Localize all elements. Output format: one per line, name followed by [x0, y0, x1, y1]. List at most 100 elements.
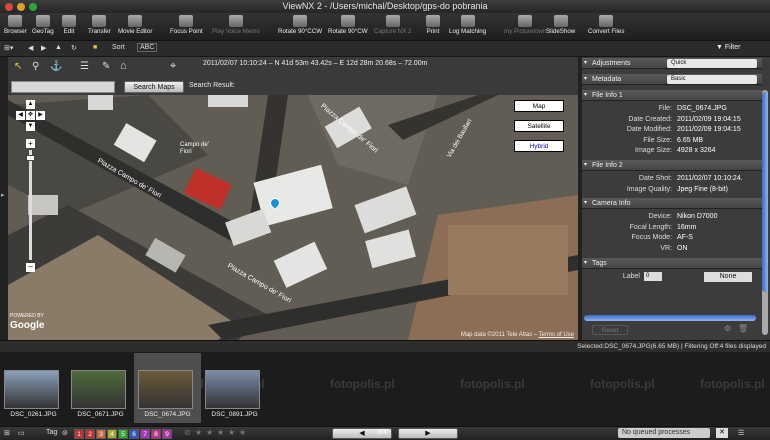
- thumbnail[interactable]: DSC_0671.JPG: [67, 353, 134, 423]
- crosshair-icon[interactable]: ⌖: [170, 60, 176, 73]
- adjustments-header[interactable]: Adjustments Quick: [582, 58, 762, 69]
- toolbar-button-geotag[interactable]: GeoTag: [32, 15, 54, 35]
- thumbnail-strip: fotopolis.pl fotopolis.pl fotopolis.pl f…: [0, 352, 770, 426]
- next-image-button[interactable]: ▶: [398, 428, 458, 439]
- sort-select[interactable]: ABC: [137, 43, 158, 52]
- toolbar-button-rotate-cw[interactable]: Rotate 90°CW: [328, 15, 368, 35]
- scrollbar-thumb[interactable]: [762, 92, 768, 292]
- rating-star-icon[interactable]: ★: [217, 428, 224, 437]
- section-header[interactable]: Camera Info: [582, 198, 762, 210]
- toolbar-button-picturetown[interactable]: my Picturetown: [504, 15, 546, 35]
- map-type-map-button[interactable]: Map: [514, 100, 564, 112]
- tag-zero-icon[interactable]: ⊘: [62, 429, 68, 437]
- thumbnail-image[interactable]: [4, 370, 59, 409]
- tag-button[interactable]: 4: [107, 429, 117, 439]
- satellite-map[interactable]: ▲ ◀ ✥ ▶ ▼ + – Map Satellite Hybrid Piazz…: [8, 95, 578, 340]
- toolbar-button-rotate-ccw[interactable]: Rotate 90°CCW: [278, 15, 322, 35]
- window-controls: [5, 3, 37, 11]
- toolbar-button-label: Play Voice Memo: [212, 28, 260, 35]
- expand-left-icon[interactable]: ▸: [1, 191, 5, 199]
- toolbar-button-camera[interactable]: Transfer: [88, 15, 111, 35]
- section-header[interactable]: Tags: [582, 257, 762, 269]
- thumbnail[interactable]: DSC_0261.JPG: [0, 353, 67, 423]
- pan-left-icon[interactable]: ◀: [16, 111, 25, 120]
- map-type-satellite-button[interactable]: Satellite: [514, 120, 564, 132]
- toolbar-button-movie-editor[interactable]: Movie Editor: [118, 15, 152, 35]
- zoom-window-icon[interactable]: [29, 3, 37, 11]
- rating-star-icon[interactable]: ★: [206, 428, 213, 437]
- zoom-in-icon[interactable]: +: [26, 139, 35, 148]
- forward-arrow-icon[interactable]: ▶: [41, 44, 46, 52]
- rating-star-icon[interactable]: ★: [195, 428, 202, 437]
- terms-of-use-link[interactable]: Terms of Use: [539, 332, 574, 338]
- toolbar-button-browser[interactable]: Browser: [4, 15, 27, 35]
- tag-button[interactable]: 7: [140, 429, 150, 439]
- minimize-window-icon[interactable]: [17, 3, 25, 11]
- metadata-scrollbar[interactable]: [762, 90, 768, 335]
- pan-center-icon[interactable]: ✥: [26, 111, 35, 120]
- tag-button[interactable]: 8: [151, 429, 161, 439]
- window-title-bar: ViewNX 2 - /Users/michal/Desktop/gps-do …: [0, 0, 770, 13]
- tag-button[interactable]: 3: [96, 429, 106, 439]
- pointer-tool-icon[interactable]: ↖: [14, 61, 22, 72]
- tag-button[interactable]: 5: [118, 429, 128, 439]
- toolbar-button-print[interactable]: Print: [426, 15, 440, 35]
- metadata-row: Device: Nikon D7000: [582, 212, 752, 222]
- tag-button[interactable]: 9: [162, 429, 172, 439]
- rating-star-icon[interactable]: ★: [239, 428, 246, 437]
- queue-list-icon[interactable]: ☰: [738, 429, 744, 437]
- refresh-icon[interactable]: ↻: [71, 44, 77, 52]
- close-window-icon[interactable]: [5, 3, 13, 11]
- tag-button[interactable]: 2: [85, 429, 95, 439]
- single-view-icon[interactable]: ▭: [18, 429, 25, 437]
- reset-button[interactable]: Reset: [592, 325, 628, 335]
- rating-star-icon[interactable]: ★: [228, 428, 235, 437]
- metadata-select[interactable]: Basic: [667, 75, 757, 84]
- tag-button[interactable]: 1: [74, 429, 84, 439]
- pin-tool-icon[interactable]: ⚲: [32, 61, 39, 72]
- folder-icon[interactable]: ■: [93, 44, 97, 51]
- toolbar-button-play-voice-memo[interactable]: Play Voice Memo: [212, 15, 260, 35]
- rating-clear-icon[interactable]: ⊘: [184, 428, 191, 437]
- section-header[interactable]: File Info 2: [582, 160, 762, 171]
- toolbar-button-edit[interactable]: Edit: [62, 15, 76, 35]
- horizontal-scrollbar[interactable]: [584, 315, 756, 321]
- map-type-hybrid-button[interactable]: Hybrid: [514, 140, 564, 152]
- toolbar-button-focus-point[interactable]: Focus Point: [170, 15, 203, 35]
- toolbar-button-capture-nx2[interactable]: Capture NX 2: [374, 15, 412, 35]
- grid-layout-icon[interactable]: ⊞: [4, 429, 10, 437]
- trash-icon[interactable]: 🗑: [738, 324, 748, 333]
- adjustments-select[interactable]: Quick: [667, 59, 757, 68]
- map-search-input[interactable]: [11, 81, 115, 93]
- filter-button[interactable]: ▼ Filter: [716, 44, 740, 51]
- zoom-slider-track[interactable]: [29, 150, 32, 260]
- thumbnail-image[interactable]: [205, 370, 260, 409]
- label-select[interactable]: 0: [644, 271, 662, 281]
- toolbar-button-convert-files[interactable]: Convert Files: [588, 15, 624, 35]
- tag-button[interactable]: 6: [129, 429, 139, 439]
- search-maps-button[interactable]: Search Maps: [124, 81, 184, 93]
- zoom-out-icon[interactable]: –: [26, 263, 35, 272]
- pan-right-icon[interactable]: ▶: [36, 111, 45, 120]
- up-arrow-icon[interactable]: ▲: [55, 44, 62, 51]
- thumbnail[interactable]: DSC_0674.JPG: [134, 353, 201, 423]
- toolbar-button-log-matching[interactable]: Log Matching: [449, 15, 486, 35]
- tools-icon[interactable]: ⚙: [724, 324, 731, 333]
- list-icon[interactable]: ☰: [80, 61, 89, 72]
- left-panel-handle[interactable]: ▸: [0, 57, 8, 340]
- section-header[interactable]: File Info 1: [582, 90, 762, 101]
- toolbar-button-slideshow[interactable]: SlideShow: [546, 15, 575, 35]
- cancel-queue-icon[interactable]: ✕: [716, 428, 728, 438]
- thumbnail-image[interactable]: [138, 370, 193, 409]
- grid-view-icon[interactable]: ⊞▾: [4, 44, 13, 52]
- thumbnail-image[interactable]: [71, 370, 126, 409]
- track-tool-icon[interactable]: ⚓: [50, 61, 62, 72]
- thumbnail[interactable]: DSC_0891.JPG: [201, 353, 268, 423]
- edit-pencil-icon[interactable]: ✎: [102, 61, 110, 72]
- back-arrow-icon[interactable]: ◀: [28, 44, 33, 52]
- metadata-header[interactable]: Metadata Basic: [582, 74, 762, 85]
- home-icon[interactable]: ⌂: [120, 60, 127, 72]
- pan-down-icon[interactable]: ▼: [26, 122, 35, 131]
- pan-up-icon[interactable]: ▲: [26, 100, 35, 109]
- zoom-slider-handle[interactable]: [26, 155, 35, 161]
